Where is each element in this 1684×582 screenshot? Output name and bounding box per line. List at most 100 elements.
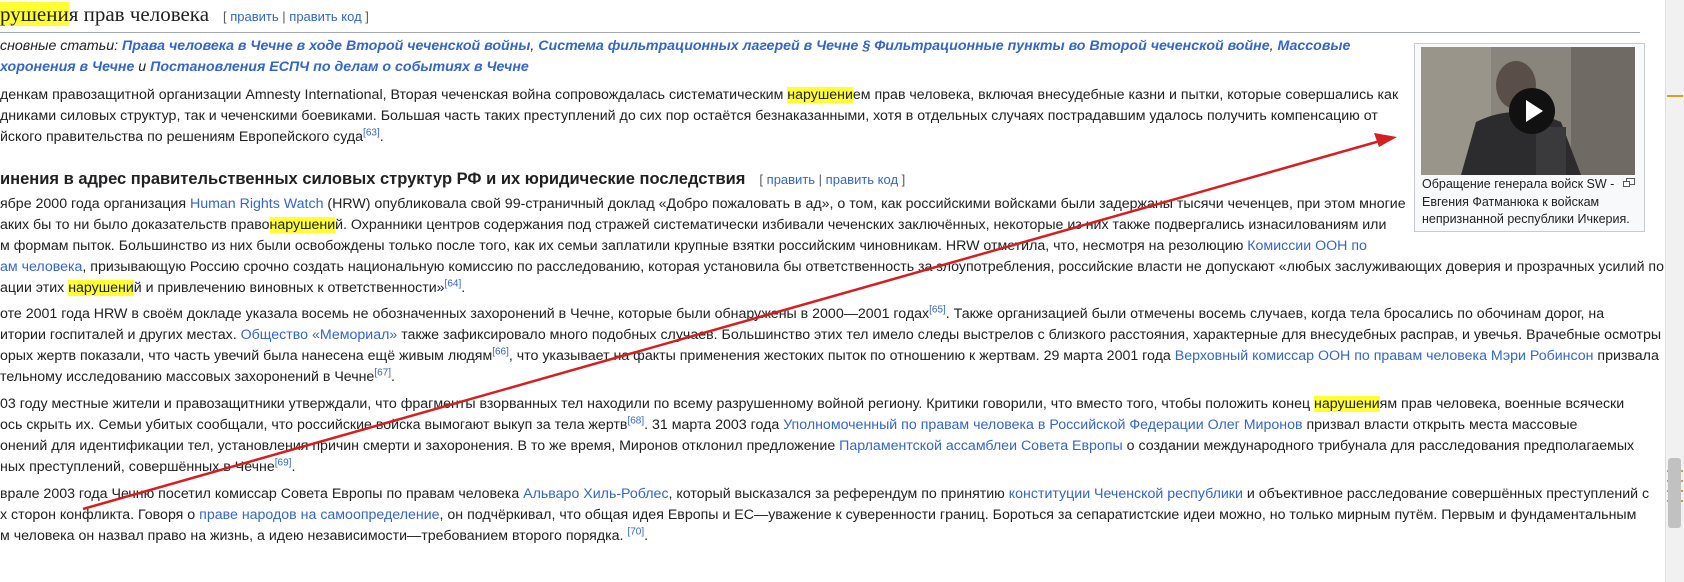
text: врале 2003 года Чечню посетил комиссар С… [0,486,524,502]
link-mary-robinson[interactable]: Верховный комиссар ООН по правам человек… [1175,348,1594,364]
text: и объективное расследование совершённых … [1242,486,1650,502]
text: . [291,459,296,475]
link-pace[interactable]: Парламентской ассамблеи Совета Европы [839,438,1123,454]
search-highlight: нарушени [787,87,853,103]
text: ных преступлений, совершённых в Чечне [0,459,275,475]
section-heading-text: я прав человека [68,2,210,26]
text: . [391,369,395,385]
paragraph-line: ам человека, призывающую Россию срочно с… [0,256,1664,278]
citation-ref[interactable]: [67] [374,367,391,378]
citation-ref[interactable]: [63] [363,127,380,138]
text: й и привлечению виновных к ответственнос… [133,280,445,296]
search-highlight: нарушени [68,280,134,296]
text: . [644,528,649,544]
paragraph-line: аких бы то ни было доказательств правона… [0,214,1386,236]
text: , который высказался за референдум по пр… [668,486,1009,502]
text: призвала [1593,348,1659,364]
paragraph-line: оте 2001 года HRW в своём докладе указал… [0,303,1604,325]
text: , что указывает на факты применения жест… [508,348,1175,364]
text: й. Охранники центров содержания под стра… [335,217,1387,233]
section-heading: рушения прав человека [ править | править… [0,2,369,27]
paragraph-line: итории госпиталей и других местах. Общес… [0,324,1661,346]
heading-divider [0,32,1640,33]
subsection-heading-text: инения в адрес правительственных силовых… [0,170,746,188]
citation-ref[interactable]: [65] [929,304,946,315]
link-constitution[interactable]: конституции Чеченской республики [1009,486,1243,502]
text: м человека он назвал право на жизнь, а и… [0,528,628,544]
text: ось скрыть их. Семьи убитых сообщали, чт… [0,417,628,433]
arrow-head [1374,133,1397,147]
text: (HRW) опубликовала свой 99-страничный до… [323,196,1406,212]
edit-code-link[interactable]: править код [289,9,361,24]
link-gil-robles[interactable]: Альваро Хиль-Роблес [523,486,668,502]
text: . [379,129,384,145]
link-memorial[interactable]: Общество «Мемориал» [241,327,398,343]
paragraph-line: х сторон конфликта. Говоря о праве народ… [0,504,1636,526]
video-preview[interactable] [1421,47,1635,175]
link-hrw[interactable]: Human Rights Watch [190,196,324,212]
paragraph-line: орых жертв показали, что часть увечий бы… [0,345,1659,367]
scrollbar-thumb[interactable] [1668,458,1681,528]
citation-ref[interactable]: [70] [627,526,644,537]
text: . [461,280,466,296]
search-highlight: нарушени [269,217,336,233]
text: , он подчёркивал, что общая идея Европы … [439,507,1637,523]
citation-ref[interactable]: [64] [445,278,462,289]
thumbnail-caption: Обращение генерала войск SW - Евгения Фа… [1422,177,1630,226]
section-edit-links: [ править | править код ] [223,9,369,24]
text: ации этих [0,280,69,296]
text: ябре 2000 года организация [0,196,190,212]
paragraph-line: м человека он назвал право на жизнь, а и… [0,525,648,547]
text: . Также организацией были отмечены восем… [945,306,1605,322]
edit-link[interactable]: править [230,9,278,24]
paragraph-line: онений для идентификации тел, установлен… [0,435,1634,457]
text: м формам пыток. Большинство из них были … [0,238,1248,254]
edit-code-link[interactable]: править код [826,172,898,187]
paragraph-line: йского правительства по решениям Европей… [0,126,384,148]
link-un-commission-cont[interactable]: ам человека [0,259,82,275]
citation-ref[interactable]: [68] [627,415,644,426]
text: орых жертв показали, что часть увечий бы… [0,348,493,364]
hatnote-link-graves[interactable]: Массовые [1278,38,1351,54]
paragraph-line: дниками силовых структур, так и чеченски… [0,108,1378,124]
link-un-commission[interactable]: Комиссии ООН по [1247,238,1367,254]
text: тельному исследованию массовых захоронен… [0,369,375,385]
paragraph-line: врале 2003 года Чечню посетил комиссар С… [0,483,1649,505]
hatnote-line-2: хоронения в Чечне и Постановления ЕСПЧ п… [0,56,529,78]
subsection-heading: инения в адрес правительственных силовых… [0,170,905,189]
hatnote-link-filtration[interactable]: Система фильтрационных лагерей в Чечне §… [538,38,1269,54]
hatnote-link-graves-cont[interactable]: хоронения в Чечне [0,59,134,75]
hatnote-prefix: сновные статьи: [0,38,122,54]
link-self-determination[interactable]: праве народов на самоопределение [199,507,439,523]
hatnote-link-rights[interactable]: Права человека в Чечне в ходе Второй чеч… [122,38,530,54]
paragraph-line: ации этих нарушений и привлечению виновн… [0,277,465,299]
scrollbar[interactable] [1665,0,1684,582]
text: денкам правозащитной организации Amnesty… [0,87,788,103]
paragraph-line: м формам пыток. Большинство из них были … [0,235,1367,257]
text: также зафиксировало много подобных случа… [397,327,1662,343]
text: х сторон конфликта. Говоря о [0,507,200,523]
text: 03 году местные жители и правозащитники … [0,396,1315,412]
paragraph-line: ябре 2000 года организация Human Rights … [0,193,1406,215]
article-page: рушения прав человека [ править | править… [0,0,1684,582]
citation-ref[interactable]: [69] [275,457,292,468]
link-ombudsman[interactable]: Уполномоченный по правам человека в Росс… [783,417,1302,433]
edit-link[interactable]: править [767,172,815,187]
text: , призывающую Россию срочно создать наци… [82,259,1665,275]
paragraph-line: ось скрыть их. Семьи убитых сообщали, чт… [0,414,1577,436]
paragraph-line: тельному исследованию массовых захоронен… [0,366,395,388]
paragraph-line: денкам правозащитной организации Amnesty… [0,84,1398,106]
text: . 31 марта 2003 года [644,417,784,433]
play-icon[interactable] [1508,87,1556,135]
hatnote-link-echr[interactable]: Постановления ЕСПЧ по делам о событиях в… [150,59,529,75]
paragraph-line: 03 году местные жители и правозащитники … [0,393,1624,415]
scroll-marker [1667,95,1683,97]
text: призвал власти открыть места массовые [1302,417,1578,433]
citation-ref[interactable]: [66] [492,346,509,357]
text: о создании международного трибунала для … [1122,438,1635,454]
subsection-edit-links: [ править | править код ] [759,172,906,187]
paragraph-line: ных преступлений, совершённых в Чечне[69… [0,456,295,478]
video-thumbnail: Обращение генерала войск SW - Евгения Фа… [1414,43,1645,232]
text: оте 2001 года HRW в своём докладе указал… [0,306,930,322]
hatnote: сновные статьи: Права человека в Чечне в… [0,38,1351,54]
